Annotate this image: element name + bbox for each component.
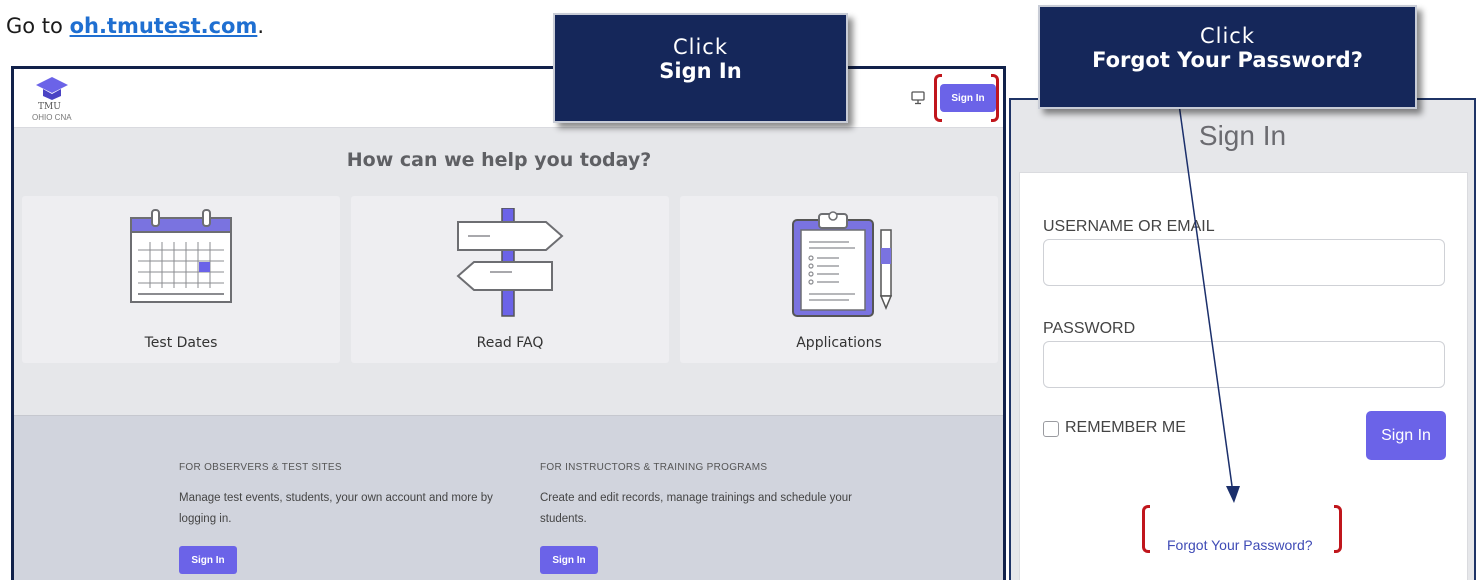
read-faq-card[interactable]: Read FAQ [351, 196, 669, 363]
site-url-link[interactable]: oh.tmutest.com [70, 14, 258, 38]
callout-click-sign-in: Click Sign In [553, 13, 848, 123]
instruction-prefix: Go to [6, 14, 70, 38]
site-landing-screenshot: TMU OHIO CNA Sign In How can we help you… [11, 66, 1006, 580]
remember-me-label: REMEMBER ME [1065, 419, 1186, 436]
observers-heading: FOR OBSERVERS & TEST SITES [179, 462, 342, 473]
callout-line2: Forgot Your Password? [1092, 48, 1363, 72]
header-sign-in-button[interactable]: Sign In [940, 84, 996, 112]
highlight-bracket-right [1334, 505, 1342, 553]
site-logo[interactable]: TMU OHIO CNA [26, 75, 76, 123]
sign-in-submit-button[interactable]: Sign In [1366, 411, 1446, 460]
instructors-text: Create and edit records, manage training… [540, 492, 852, 525]
graduation-cap-icon [36, 77, 68, 100]
callout-line1: Click [1199, 24, 1256, 48]
card-label: Applications [796, 335, 882, 351]
observers-column: FOR OBSERVERS & TEST SITES Manage test e… [179, 462, 509, 574]
username-label: USERNAME OR EMAIL [1043, 218, 1215, 235]
remember-me-checkbox[interactable] [1043, 421, 1059, 437]
logo-main-text: TMU [38, 102, 61, 112]
help-heading: How can we help you today? [346, 149, 652, 171]
monitor-icon[interactable] [911, 91, 925, 105]
sign-in-form-screenshot: Sign In USERNAME OR EMAIL PASSWORD REMEM… [1009, 98, 1476, 580]
instruction-suffix: . [257, 14, 265, 38]
logo-sub-text: OHIO CNA [32, 113, 72, 122]
highlight-bracket-left [934, 74, 942, 122]
portal-section: FOR OBSERVERS & TEST SITES Manage test e… [14, 415, 1003, 580]
password-input[interactable] [1043, 341, 1445, 388]
instructors-heading: FOR INSTRUCTORS & TRAINING PROGRAMS [540, 462, 768, 473]
sign-in-form: USERNAME OR EMAIL PASSWORD REMEMBER ME S… [1019, 172, 1468, 580]
password-label: PASSWORD [1043, 320, 1136, 337]
site-header: TMU OHIO CNA Sign In [14, 69, 1003, 128]
callout-line1: Click [672, 35, 729, 59]
calendar-icon [130, 209, 232, 303]
observers-sign-in-button[interactable]: Sign In [179, 546, 237, 574]
card-label: Read FAQ [476, 335, 544, 351]
applications-card[interactable]: Applications [680, 196, 998, 363]
highlight-bracket-right [991, 74, 999, 122]
instruction-text: Go to oh.tmutest.com. [6, 14, 264, 38]
forgot-password-link[interactable]: Forgot Your Password? [1167, 537, 1313, 553]
clipboard-icon [792, 211, 893, 317]
sign-in-title: Sign In [1198, 120, 1287, 151]
signpost-icon [456, 208, 564, 317]
callout-click-forgot-password: Click Forgot Your Password? [1038, 5, 1417, 109]
test-dates-card[interactable]: Test Dates [22, 196, 340, 363]
highlight-bracket-left [1142, 505, 1150, 553]
instructors-column: FOR INSTRUCTORS & TRAINING PROGRAMS Crea… [540, 462, 870, 574]
callout-line2: Sign In [659, 59, 742, 83]
observers-text: Manage test events, students, your own a… [179, 492, 493, 525]
instructors-sign-in-button[interactable]: Sign In [540, 546, 598, 574]
username-input[interactable] [1043, 239, 1445, 286]
card-label: Test Dates [144, 335, 218, 351]
